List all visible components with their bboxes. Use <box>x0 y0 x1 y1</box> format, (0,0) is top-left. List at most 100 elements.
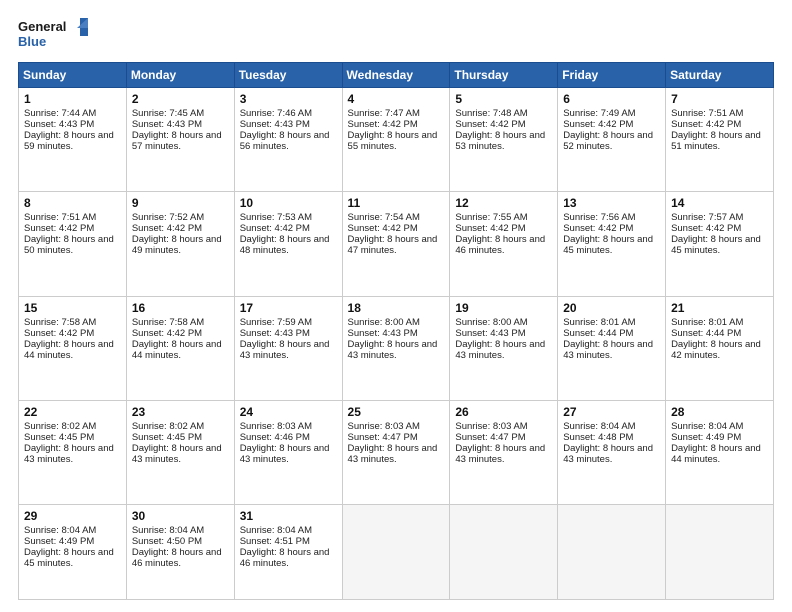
daylight: Daylight: 8 hours and 43 minutes. <box>24 443 114 465</box>
sunrise: Sunrise: 7:58 AM <box>24 317 96 328</box>
daylight: Daylight: 8 hours and 57 minutes. <box>132 130 222 152</box>
calendar-day-cell: 12Sunrise: 7:55 AMSunset: 4:42 PMDayligh… <box>450 192 558 296</box>
sunrise: Sunrise: 7:51 AM <box>24 212 96 223</box>
calendar-day-cell: 20Sunrise: 8:01 AMSunset: 4:44 PMDayligh… <box>558 296 666 400</box>
sunset: Sunset: 4:45 PM <box>132 432 202 443</box>
calendar-day-cell <box>558 505 666 600</box>
daylight: Daylight: 8 hours and 48 minutes. <box>240 234 330 256</box>
daylight: Daylight: 8 hours and 45 minutes. <box>24 547 114 569</box>
calendar-day-cell: 3Sunrise: 7:46 AMSunset: 4:43 PMDaylight… <box>234 88 342 192</box>
daylight: Daylight: 8 hours and 53 minutes. <box>455 130 545 152</box>
sunrise: Sunrise: 7:54 AM <box>348 212 420 223</box>
daylight: Daylight: 8 hours and 59 minutes. <box>24 130 114 152</box>
sunrise: Sunrise: 8:03 AM <box>455 421 527 432</box>
day-number: 3 <box>240 92 337 106</box>
calendar-day-cell: 30Sunrise: 8:04 AMSunset: 4:50 PMDayligh… <box>126 505 234 600</box>
day-number: 20 <box>563 301 660 315</box>
sunrise: Sunrise: 8:04 AM <box>563 421 635 432</box>
sunset: Sunset: 4:45 PM <box>24 432 94 443</box>
sunset: Sunset: 4:42 PM <box>240 223 310 234</box>
day-number: 22 <box>24 405 121 419</box>
daylight: Daylight: 8 hours and 43 minutes. <box>240 339 330 361</box>
sunset: Sunset: 4:42 PM <box>455 119 525 130</box>
sunset: Sunset: 4:51 PM <box>240 536 310 547</box>
daylight: Daylight: 8 hours and 46 minutes. <box>240 547 330 569</box>
sunrise: Sunrise: 7:58 AM <box>132 317 204 328</box>
daylight: Daylight: 8 hours and 47 minutes. <box>348 234 438 256</box>
sunrise: Sunrise: 7:55 AM <box>455 212 527 223</box>
sunrise: Sunrise: 7:49 AM <box>563 108 635 119</box>
daylight: Daylight: 8 hours and 45 minutes. <box>671 234 761 256</box>
daylight: Daylight: 8 hours and 44 minutes. <box>671 443 761 465</box>
day-number: 21 <box>671 301 768 315</box>
sunrise: Sunrise: 7:45 AM <box>132 108 204 119</box>
day-number: 19 <box>455 301 552 315</box>
calendar-day-cell: 5Sunrise: 7:48 AMSunset: 4:42 PMDaylight… <box>450 88 558 192</box>
calendar-day-cell: 9 Sunrise: 7:52 AMSunset: 4:42 PMDaylight… <box>126 192 234 296</box>
page: General Blue SundayMondayTuesdayWednesda… <box>0 0 792 612</box>
sunset: Sunset: 4:42 PM <box>563 223 633 234</box>
day-number: 13 <box>563 196 660 210</box>
svg-text:Blue: Blue <box>18 34 46 49</box>
calendar-day-cell: 13Sunrise: 7:56 AMSunset: 4:42 PMDayligh… <box>558 192 666 296</box>
calendar-day-cell: 19Sunrise: 8:00 AMSunset: 4:43 PMDayligh… <box>450 296 558 400</box>
sunset: Sunset: 4:43 PM <box>132 119 202 130</box>
sunset: Sunset: 4:49 PM <box>671 432 741 443</box>
calendar-day-cell: 4Sunrise: 7:47 AMSunset: 4:42 PMDaylight… <box>342 88 450 192</box>
sunset: Sunset: 4:43 PM <box>348 328 418 339</box>
calendar-day-cell: 1Sunrise: 7:44 AMSunset: 4:43 PMDaylight… <box>19 88 127 192</box>
calendar-week-row: 1Sunrise: 7:44 AMSunset: 4:43 PMDaylight… <box>19 88 774 192</box>
sunrise: Sunrise: 7:53 AM <box>240 212 312 223</box>
day-number: 12 <box>455 196 552 210</box>
sunset: Sunset: 4:43 PM <box>455 328 525 339</box>
sunrise: Sunrise: 8:04 AM <box>132 525 204 536</box>
calendar-day-cell: 16Sunrise: 7:58 AMSunset: 4:42 PMDayligh… <box>126 296 234 400</box>
daylight: Daylight: 8 hours and 43 minutes. <box>240 443 330 465</box>
day-number: 24 <box>240 405 337 419</box>
daylight: Daylight: 8 hours and 55 minutes. <box>348 130 438 152</box>
calendar-day-cell: 28Sunrise: 8:04 AMSunset: 4:49 PMDayligh… <box>666 400 774 504</box>
day-number: 9 <box>132 196 229 210</box>
calendar-day-cell: 18Sunrise: 8:00 AMSunset: 4:43 PMDayligh… <box>342 296 450 400</box>
sunset: Sunset: 4:47 PM <box>348 432 418 443</box>
sunset: Sunset: 4:42 PM <box>132 328 202 339</box>
daylight: Daylight: 8 hours and 52 minutes. <box>563 130 653 152</box>
svg-text:General: General <box>18 19 66 34</box>
calendar-day-header: Sunday <box>19 63 127 88</box>
calendar-day-cell <box>666 505 774 600</box>
sunrise: Sunrise: 8:03 AM <box>240 421 312 432</box>
sunrise: Sunrise: 8:02 AM <box>24 421 96 432</box>
sunset: Sunset: 4:44 PM <box>563 328 633 339</box>
calendar-day-header: Monday <box>126 63 234 88</box>
logo: General Blue <box>18 16 88 52</box>
sunset: Sunset: 4:48 PM <box>563 432 633 443</box>
calendar-day-header: Tuesday <box>234 63 342 88</box>
day-number: 6 <box>563 92 660 106</box>
day-number: 31 <box>240 509 337 523</box>
sunset: Sunset: 4:42 PM <box>24 223 94 234</box>
day-number: 25 <box>348 405 445 419</box>
sunrise: Sunrise: 8:04 AM <box>671 421 743 432</box>
calendar-day-header: Saturday <box>666 63 774 88</box>
sunrise: Sunrise: 8:04 AM <box>240 525 312 536</box>
sunrise: Sunrise: 7:52 AM <box>132 212 204 223</box>
sunrise: Sunrise: 7:44 AM <box>24 108 96 119</box>
calendar-day-cell <box>342 505 450 600</box>
sunset: Sunset: 4:42 PM <box>132 223 202 234</box>
sunset: Sunset: 4:43 PM <box>240 328 310 339</box>
sunrise: Sunrise: 7:57 AM <box>671 212 743 223</box>
sunset: Sunset: 4:42 PM <box>563 119 633 130</box>
daylight: Daylight: 8 hours and 49 minutes. <box>132 234 222 256</box>
calendar-week-row: 8Sunrise: 7:51 AMSunset: 4:42 PMDaylight… <box>19 192 774 296</box>
sunrise: Sunrise: 8:00 AM <box>455 317 527 328</box>
daylight: Daylight: 8 hours and 43 minutes. <box>455 443 545 465</box>
sunset: Sunset: 4:49 PM <box>24 536 94 547</box>
sunset: Sunset: 4:44 PM <box>671 328 741 339</box>
daylight: Daylight: 8 hours and 46 minutes. <box>132 547 222 569</box>
sunrise: Sunrise: 7:46 AM <box>240 108 312 119</box>
sunrise: Sunrise: 8:04 AM <box>24 525 96 536</box>
daylight: Daylight: 8 hours and 43 minutes. <box>348 339 438 361</box>
day-number: 26 <box>455 405 552 419</box>
header: General Blue <box>18 16 774 52</box>
daylight: Daylight: 8 hours and 56 minutes. <box>240 130 330 152</box>
